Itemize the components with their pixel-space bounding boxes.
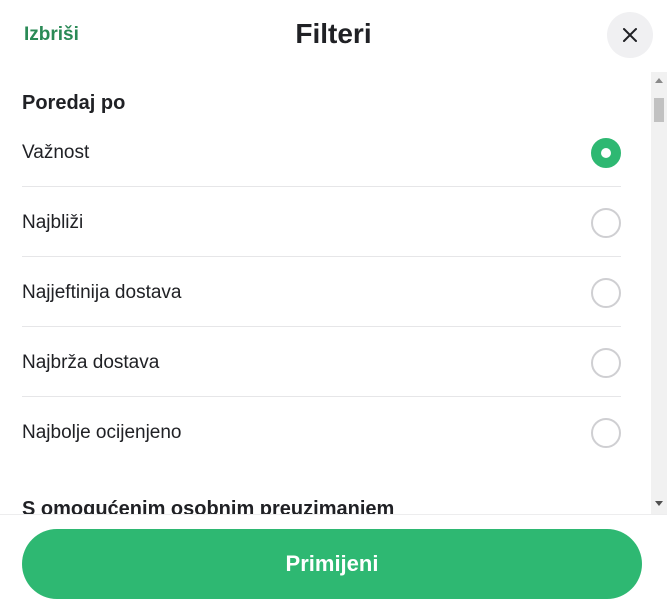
divider (22, 186, 621, 187)
sort-option-nearest[interactable]: Najbliži (22, 188, 621, 258)
radio-button[interactable] (591, 278, 621, 308)
scrollbar[interactable] (651, 72, 667, 514)
radio-button[interactable] (591, 138, 621, 168)
pickup-section-title: S omogućenim osobnim preuzimanjem (22, 498, 395, 514)
sort-option-label: Najjeftinija dostava (22, 282, 182, 303)
filter-scroll-area: Poredaj po Važnost Najbliži Najjeftinija… (0, 72, 651, 514)
page-title: Filteri (295, 18, 372, 49)
scrollbar-thumb[interactable] (654, 98, 664, 122)
sort-option-fastest-delivery[interactable]: Najbrža dostava (22, 328, 621, 398)
sort-option-label: Najbliži (22, 212, 84, 233)
apply-button[interactable]: Primijeni (22, 529, 642, 599)
sort-option-importance[interactable]: Važnost (22, 118, 621, 188)
filter-header: Izbriši Filteri (0, 0, 667, 72)
sort-section-title: Poredaj po (22, 92, 126, 114)
close-icon (623, 28, 637, 42)
sort-option-label: Najbrža dostava (22, 352, 160, 373)
sort-option-best-rated[interactable]: Najbolje ocijenjeno (22, 398, 621, 468)
sort-option-label: Najbolje ocijenjeno (22, 422, 182, 443)
scroll-down-arrow-icon[interactable] (655, 501, 663, 506)
close-button[interactable] (607, 12, 653, 58)
scroll-up-arrow-icon[interactable] (655, 78, 663, 83)
divider (22, 396, 621, 397)
divider (22, 326, 621, 327)
radio-button[interactable] (591, 208, 621, 238)
sort-option-label: Važnost (22, 142, 90, 163)
radio-button[interactable] (591, 418, 621, 448)
sort-option-cheapest-delivery[interactable]: Najjeftinija dostava (22, 258, 621, 328)
filter-footer: Primijeni (0, 514, 667, 603)
divider (22, 256, 621, 257)
radio-button[interactable] (591, 348, 621, 378)
